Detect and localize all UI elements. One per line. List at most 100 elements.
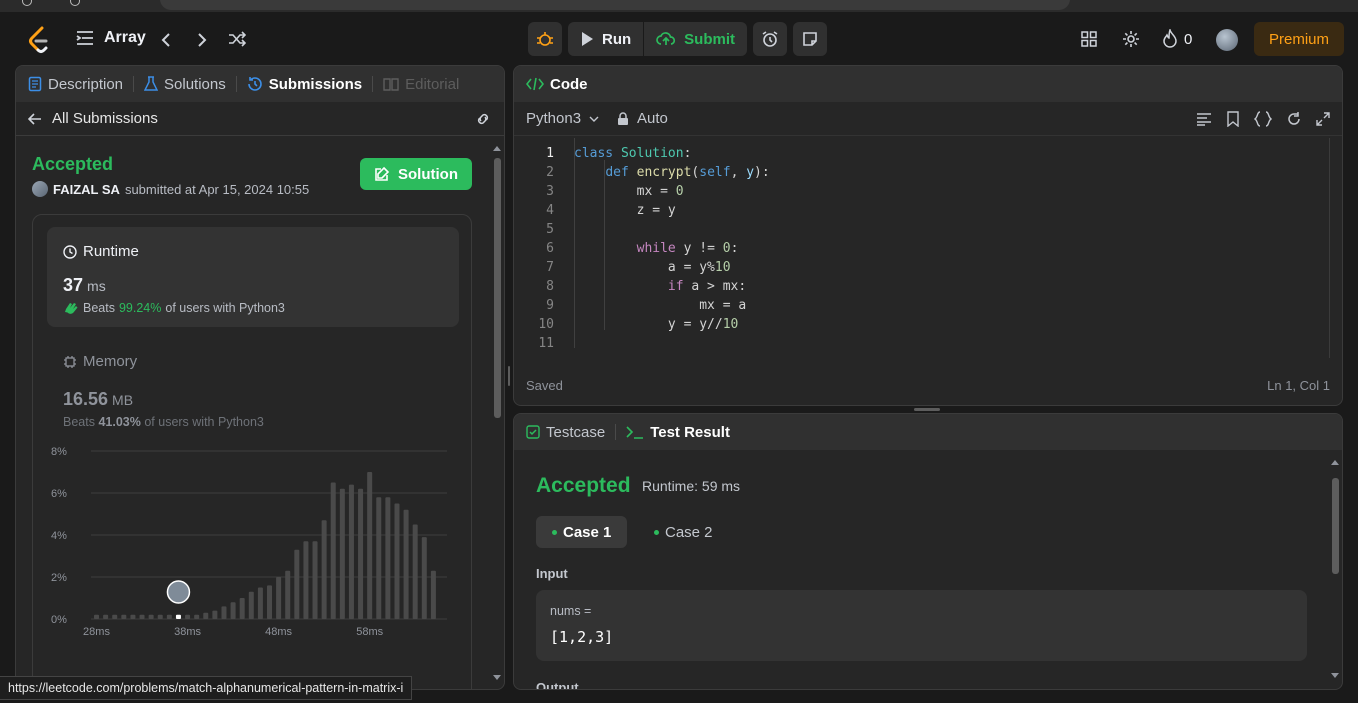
chart-bar[interactable] — [412, 524, 418, 620]
leetcode-logo-icon[interactable] — [26, 26, 52, 54]
tab-test-result[interactable]: Test Result — [626, 424, 730, 441]
left-scroll-thumb[interactable] — [494, 158, 501, 418]
prev-problem-icon[interactable] — [160, 32, 172, 48]
chart-bar[interactable] — [358, 488, 364, 619]
chart-bar[interactable] — [376, 497, 382, 619]
chart-bar[interactable] — [94, 614, 100, 619]
all-submissions-link[interactable]: All Submissions — [52, 110, 158, 127]
tab-description[interactable]: Description — [28, 76, 123, 93]
chart-bar[interactable] — [285, 570, 291, 619]
tab-solutions[interactable]: Solutions — [144, 76, 226, 93]
problem-list-button[interactable]: Array — [76, 29, 146, 47]
expand-icon[interactable] — [1316, 111, 1330, 126]
chart-bar[interactable] — [339, 488, 345, 619]
tab-testcase[interactable]: Testcase — [526, 424, 605, 441]
streak-count: 0 — [1184, 30, 1193, 48]
chart-bar[interactable] — [330, 482, 336, 620]
user-avatar[interactable] — [1216, 29, 1238, 51]
input-box[interactable]: nums = [1,2,3] — [536, 590, 1307, 661]
chart-bar[interactable] — [203, 612, 209, 619]
notes-button[interactable] — [793, 22, 828, 56]
chart-bar[interactable] — [157, 614, 163, 619]
cloud-upload-icon — [656, 32, 676, 45]
submitter-name[interactable]: FAIZAL SA — [53, 182, 120, 197]
language-select[interactable]: Python3 — [526, 110, 599, 127]
curly-braces-icon[interactable] — [1254, 110, 1272, 127]
chart-bar[interactable] — [294, 549, 300, 619]
timer-button[interactable] — [753, 22, 788, 56]
chart-bar[interactable] — [130, 614, 136, 619]
chart-bar[interactable] — [212, 610, 218, 619]
row-resize-handle[interactable] — [914, 408, 940, 411]
gear-icon[interactable] — [1122, 30, 1140, 48]
arrow-left-icon[interactable] — [28, 112, 42, 126]
reset-icon[interactable] — [1286, 111, 1302, 127]
scroll-down-icon[interactable] — [492, 674, 502, 682]
runtime-card[interactable]: Runtime 37 ms Beats 99.24% of users with … — [47, 227, 459, 327]
chart-bar[interactable] — [257, 587, 263, 620]
solution-button[interactable]: Solution — [360, 158, 472, 190]
chip-icon — [64, 355, 76, 368]
x-tick-label: 48ms — [265, 626, 292, 638]
flask-icon — [144, 76, 159, 91]
code-scrollbar-track[interactable] — [1329, 138, 1330, 358]
premium-button[interactable]: Premium — [1254, 22, 1344, 56]
chart-bar[interactable] — [276, 577, 282, 619]
tab-code[interactable]: Code — [526, 76, 588, 93]
next-problem-icon[interactable] — [196, 32, 208, 48]
chart-bar[interactable] — [248, 591, 254, 619]
left-scrollbar[interactable] — [490, 144, 504, 684]
auto-mode-toggle[interactable]: Auto — [617, 110, 668, 127]
chart-bar[interactable] — [267, 585, 273, 619]
chart-bar[interactable] — [148, 614, 154, 619]
chart-bar[interactable] — [348, 484, 354, 619]
tab-editorial[interactable]: Editorial — [383, 76, 459, 93]
chart-bar[interactable] — [303, 541, 309, 619]
chart-bar[interactable] — [403, 509, 409, 619]
scroll-up-icon[interactable] — [1330, 458, 1340, 466]
code-toolbar: Python3 Auto — [514, 102, 1342, 136]
chart-bar[interactable] — [312, 541, 318, 619]
test-scroll-thumb[interactable] — [1332, 478, 1339, 574]
chart-bar[interactable] — [394, 503, 400, 620]
chart-bar[interactable] — [430, 570, 436, 619]
chart-bar[interactable] — [230, 602, 236, 619]
case-2-tab[interactable]: Case 2 — [638, 516, 729, 548]
format-lines-icon[interactable] — [1196, 112, 1212, 126]
run-button[interactable]: Run — [568, 22, 643, 56]
chart-bar[interactable] — [367, 472, 373, 619]
chart-bar[interactable] — [121, 614, 127, 619]
your-runtime-avatar-marker[interactable] — [166, 580, 191, 604]
chart-bar[interactable] — [112, 614, 118, 619]
chart-bar[interactable] — [321, 520, 327, 619]
code-editor[interactable]: 1 class Solution: 2 def encrypt(self, y):… — [514, 138, 1329, 358]
streak-counter[interactable]: 0 — [1162, 29, 1192, 49]
chart-bar[interactable] — [166, 614, 172, 619]
input-label: Input — [536, 566, 568, 581]
browser-address-bar[interactable] — [160, 0, 1070, 10]
chart-bar[interactable] — [239, 598, 245, 619]
chart-bar[interactable] — [103, 614, 109, 619]
chart-bar[interactable] — [194, 614, 200, 619]
chart-bar[interactable] — [385, 497, 391, 619]
test-runtime: Runtime: 59 ms — [642, 478, 741, 494]
scroll-down-icon[interactable] — [1330, 672, 1340, 680]
submit-button[interactable]: Submit — [644, 22, 747, 56]
layout-grid-icon[interactable] — [1081, 31, 1097, 47]
chart-bar[interactable] — [221, 606, 227, 619]
runtime-distribution-chart[interactable]: 8% 6% 4% 2% 0% 28ms 38ms 48ms 58ms — [51, 441, 451, 641]
chart-bar[interactable] — [421, 537, 427, 619]
shuffle-icon[interactable] — [228, 31, 246, 47]
tab-submissions[interactable]: Submissions — [247, 76, 362, 93]
scroll-up-icon[interactable] — [492, 144, 502, 152]
bookmark-icon[interactable] — [1226, 110, 1240, 127]
chart-bar[interactable] — [139, 614, 145, 619]
chart-bar[interactable] — [175, 614, 181, 619]
memory-title[interactable]: Memory — [63, 353, 137, 370]
case-1-tab[interactable]: Case 1 — [536, 516, 628, 548]
link-icon[interactable] — [474, 112, 492, 126]
chart-bar[interactable] — [185, 614, 191, 619]
test-scrollbar[interactable] — [1328, 458, 1342, 684]
column-resize-handle[interactable] — [508, 366, 510, 386]
debug-button[interactable] — [528, 22, 562, 56]
